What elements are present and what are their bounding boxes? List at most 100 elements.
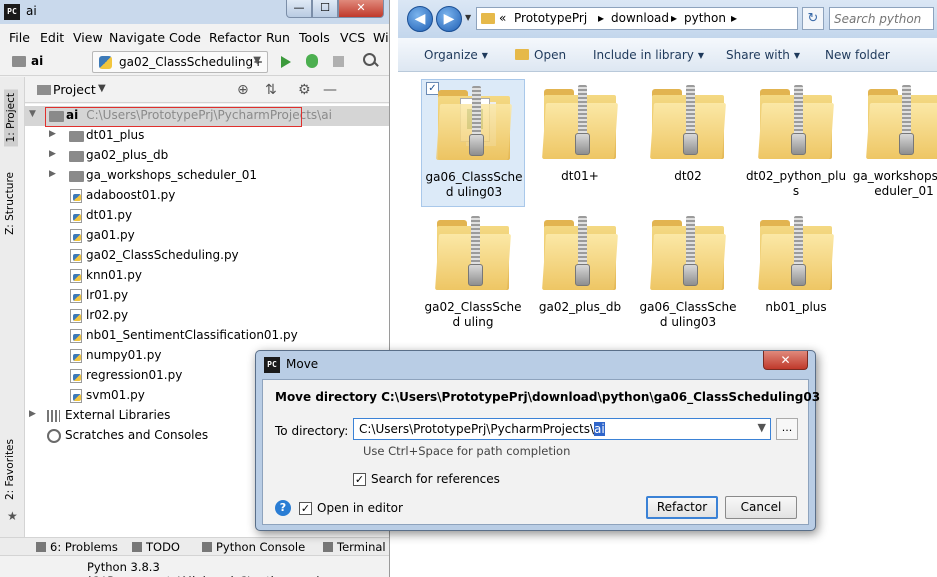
hide-icon[interactable]: — bbox=[323, 82, 337, 98]
open-in-editor-checkbox[interactable]: ✓ bbox=[299, 502, 312, 515]
organize-button[interactable]: Organize ▼ bbox=[424, 48, 488, 62]
tab-project[interactable]: 1: Project bbox=[4, 89, 18, 147]
tree-item-file[interactable]: ga02_ClassScheduling.py bbox=[25, 246, 389, 266]
gear-icon[interactable]: ⚙ bbox=[298, 82, 311, 98]
tab-problems[interactable]: 6: Problems bbox=[36, 540, 118, 554]
chevron-right-icon[interactable]: ▶ bbox=[29, 409, 36, 419]
search-references-label[interactable]: Search for references bbox=[371, 472, 500, 486]
to-directory-value[interactable]: C:\Users\PrototypePrj\PycharmProjects\ai bbox=[359, 422, 605, 436]
zip-folder-icon bbox=[436, 84, 512, 162]
run-configuration-dropdown[interactable]: ga02_ClassScheduling+ ▼ bbox=[92, 51, 268, 73]
menu-tools[interactable]: Tools bbox=[299, 30, 330, 45]
minimize-button[interactable]: — bbox=[286, 0, 312, 18]
tree-item-label: adaboost01.py bbox=[86, 188, 176, 202]
run-icon[interactable] bbox=[281, 56, 291, 68]
debug-icon[interactable] bbox=[306, 54, 318, 68]
path-segment-prototypeprj[interactable]: PrototypePrj bbox=[514, 11, 587, 25]
chevron-down-icon[interactable]: ▼ bbox=[758, 421, 766, 434]
path-separator[interactable]: ▸ bbox=[731, 11, 737, 25]
chevron-right-icon[interactable]: ▶ bbox=[49, 169, 56, 179]
open-in-editor-label[interactable]: Open in editor bbox=[317, 501, 403, 515]
tree-item-folder[interactable]: ▶ ga_workshops_scheduler_01 bbox=[25, 166, 389, 186]
zip-file-item[interactable]: ga06_ClassSched uling03 bbox=[636, 210, 740, 338]
path-segment-download[interactable]: download bbox=[611, 11, 669, 25]
path-box[interactable]: « PrototypePrj ▸ download ▸ python ▸ bbox=[476, 7, 798, 30]
stop-icon[interactable] bbox=[333, 56, 344, 67]
python-file-icon bbox=[70, 349, 82, 363]
open-button[interactable]: Open bbox=[515, 48, 566, 62]
chevron-down-icon[interactable]: ▼ bbox=[98, 83, 106, 94]
maximize-button[interactable]: ☐ bbox=[312, 0, 338, 18]
zip-file-item[interactable]: ga_workshops_ heduler_01 bbox=[852, 79, 937, 207]
chevron-right-icon[interactable]: ▶ bbox=[49, 149, 56, 159]
search-input[interactable] bbox=[834, 11, 932, 27]
recent-pages-dropdown[interactable]: ▼ bbox=[465, 13, 471, 22]
tab-todo[interactable]: TODO bbox=[132, 540, 180, 554]
forward-button[interactable]: ▶ bbox=[436, 6, 462, 32]
browse-button[interactable]: ... bbox=[776, 418, 798, 440]
menu-code[interactable]: Code bbox=[169, 30, 201, 45]
share-with-button[interactable]: Share with ▼ bbox=[726, 48, 800, 62]
item-label: ga_workshops_ heduler_01 bbox=[852, 169, 937, 198]
open-label: Open bbox=[534, 48, 567, 62]
cancel-button[interactable]: Cancel bbox=[725, 496, 797, 519]
tree-item-file[interactable]: knn01.py bbox=[25, 266, 389, 286]
interpreter-status[interactable]: Python 3.8.3 (C:\Program...ta\Miniconda3… bbox=[87, 560, 389, 577]
tab-terminal[interactable]: Terminal bbox=[323, 540, 386, 554]
tree-item-file[interactable]: ga01.py bbox=[25, 226, 389, 246]
path-separator[interactable]: ▸ bbox=[671, 11, 677, 25]
tab-favorites[interactable]: 2: Favorites bbox=[4, 439, 16, 500]
status-bar: Python 3.8.3 (C:\Program...ta\Miniconda3… bbox=[0, 555, 389, 577]
close-button[interactable]: ✕ bbox=[338, 0, 384, 18]
tree-item-file[interactable]: lr01.py bbox=[25, 286, 389, 306]
search-icon[interactable] bbox=[363, 53, 377, 67]
tree-item-file[interactable]: adaboost01.py bbox=[25, 186, 389, 206]
zip-file-item[interactable]: nb01_plus bbox=[744, 210, 848, 338]
menu-navigate[interactable]: Navigate bbox=[109, 30, 165, 45]
tree-item-folder[interactable]: ▶ dt01_plus bbox=[25, 126, 389, 146]
locate-icon[interactable]: ⊕ bbox=[237, 82, 249, 98]
help-icon[interactable]: ? bbox=[275, 500, 291, 516]
chevron-down-icon[interactable]: ▼ bbox=[29, 109, 36, 119]
back-button[interactable]: ◀ bbox=[407, 6, 433, 32]
tree-item-file[interactable]: lr02.py bbox=[25, 306, 389, 326]
refresh-button[interactable]: ↻ bbox=[802, 7, 824, 30]
zip-file-item[interactable]: ga02_plus_db bbox=[528, 210, 632, 338]
dialog-titlebar[interactable]: PC Move ✕ bbox=[256, 351, 815, 377]
path-separator[interactable]: ▸ bbox=[598, 11, 604, 25]
path-overflow[interactable]: « bbox=[499, 11, 506, 25]
menu-vcs[interactable]: VCS bbox=[340, 30, 365, 45]
dialog-close-button[interactable]: ✕ bbox=[763, 351, 808, 370]
refactor-button[interactable]: Refactor bbox=[646, 496, 718, 519]
tab-structure[interactable]: Z: Structure bbox=[4, 172, 16, 235]
zip-file-item[interactable]: dt01+ bbox=[528, 79, 632, 207]
menu-window[interactable]: Wi bbox=[373, 30, 389, 45]
chevron-down-icon: ▼ bbox=[253, 55, 261, 66]
new-folder-button[interactable]: New folder bbox=[825, 48, 890, 62]
chevron-right-icon[interactable]: ▶ bbox=[49, 129, 56, 139]
item-label: dt01+ bbox=[561, 169, 599, 183]
zip-file-item[interactable]: dt02_python_plus bbox=[744, 79, 848, 207]
panel-title[interactable]: Project bbox=[53, 82, 96, 97]
zip-file-item[interactable]: ✓ ga06_ClassSched uling03 bbox=[421, 79, 525, 207]
search-references-checkbox[interactable]: ✓ bbox=[353, 473, 366, 486]
collapse-all-icon[interactable]: ⇅ bbox=[265, 82, 277, 98]
menu-view[interactable]: View bbox=[73, 30, 103, 45]
tree-item-file[interactable]: dt01.py bbox=[25, 206, 389, 226]
menu-edit[interactable]: Edit bbox=[40, 30, 64, 45]
menu-run[interactable]: Run bbox=[266, 30, 290, 45]
path-segment-python[interactable]: python bbox=[684, 11, 726, 25]
tree-root[interactable]: ▼ ai C:\Users\PrototypePrj\PycharmProject… bbox=[25, 106, 389, 127]
menu-refactor[interactable]: Refactor bbox=[209, 30, 261, 45]
zip-folder-icon bbox=[435, 214, 511, 292]
search-box[interactable] bbox=[829, 7, 934, 30]
zip-file-item[interactable]: dt02 bbox=[636, 79, 740, 207]
tree-item-file[interactable]: nb01_SentimentClassification01.py bbox=[25, 326, 389, 346]
to-directory-combobox[interactable]: C:\Users\PrototypePrj\PycharmProjects\ai… bbox=[353, 418, 771, 440]
zip-file-item[interactable]: ga02_ClassSched uling bbox=[421, 210, 525, 338]
breadcrumb[interactable]: ai bbox=[31, 54, 43, 68]
tab-python-console[interactable]: Python Console bbox=[202, 540, 305, 554]
tree-item-folder[interactable]: ▶ ga02_plus_db bbox=[25, 146, 389, 166]
menu-file[interactable]: File bbox=[9, 30, 30, 45]
include-in-library-button[interactable]: Include in library ▼ bbox=[593, 48, 704, 62]
